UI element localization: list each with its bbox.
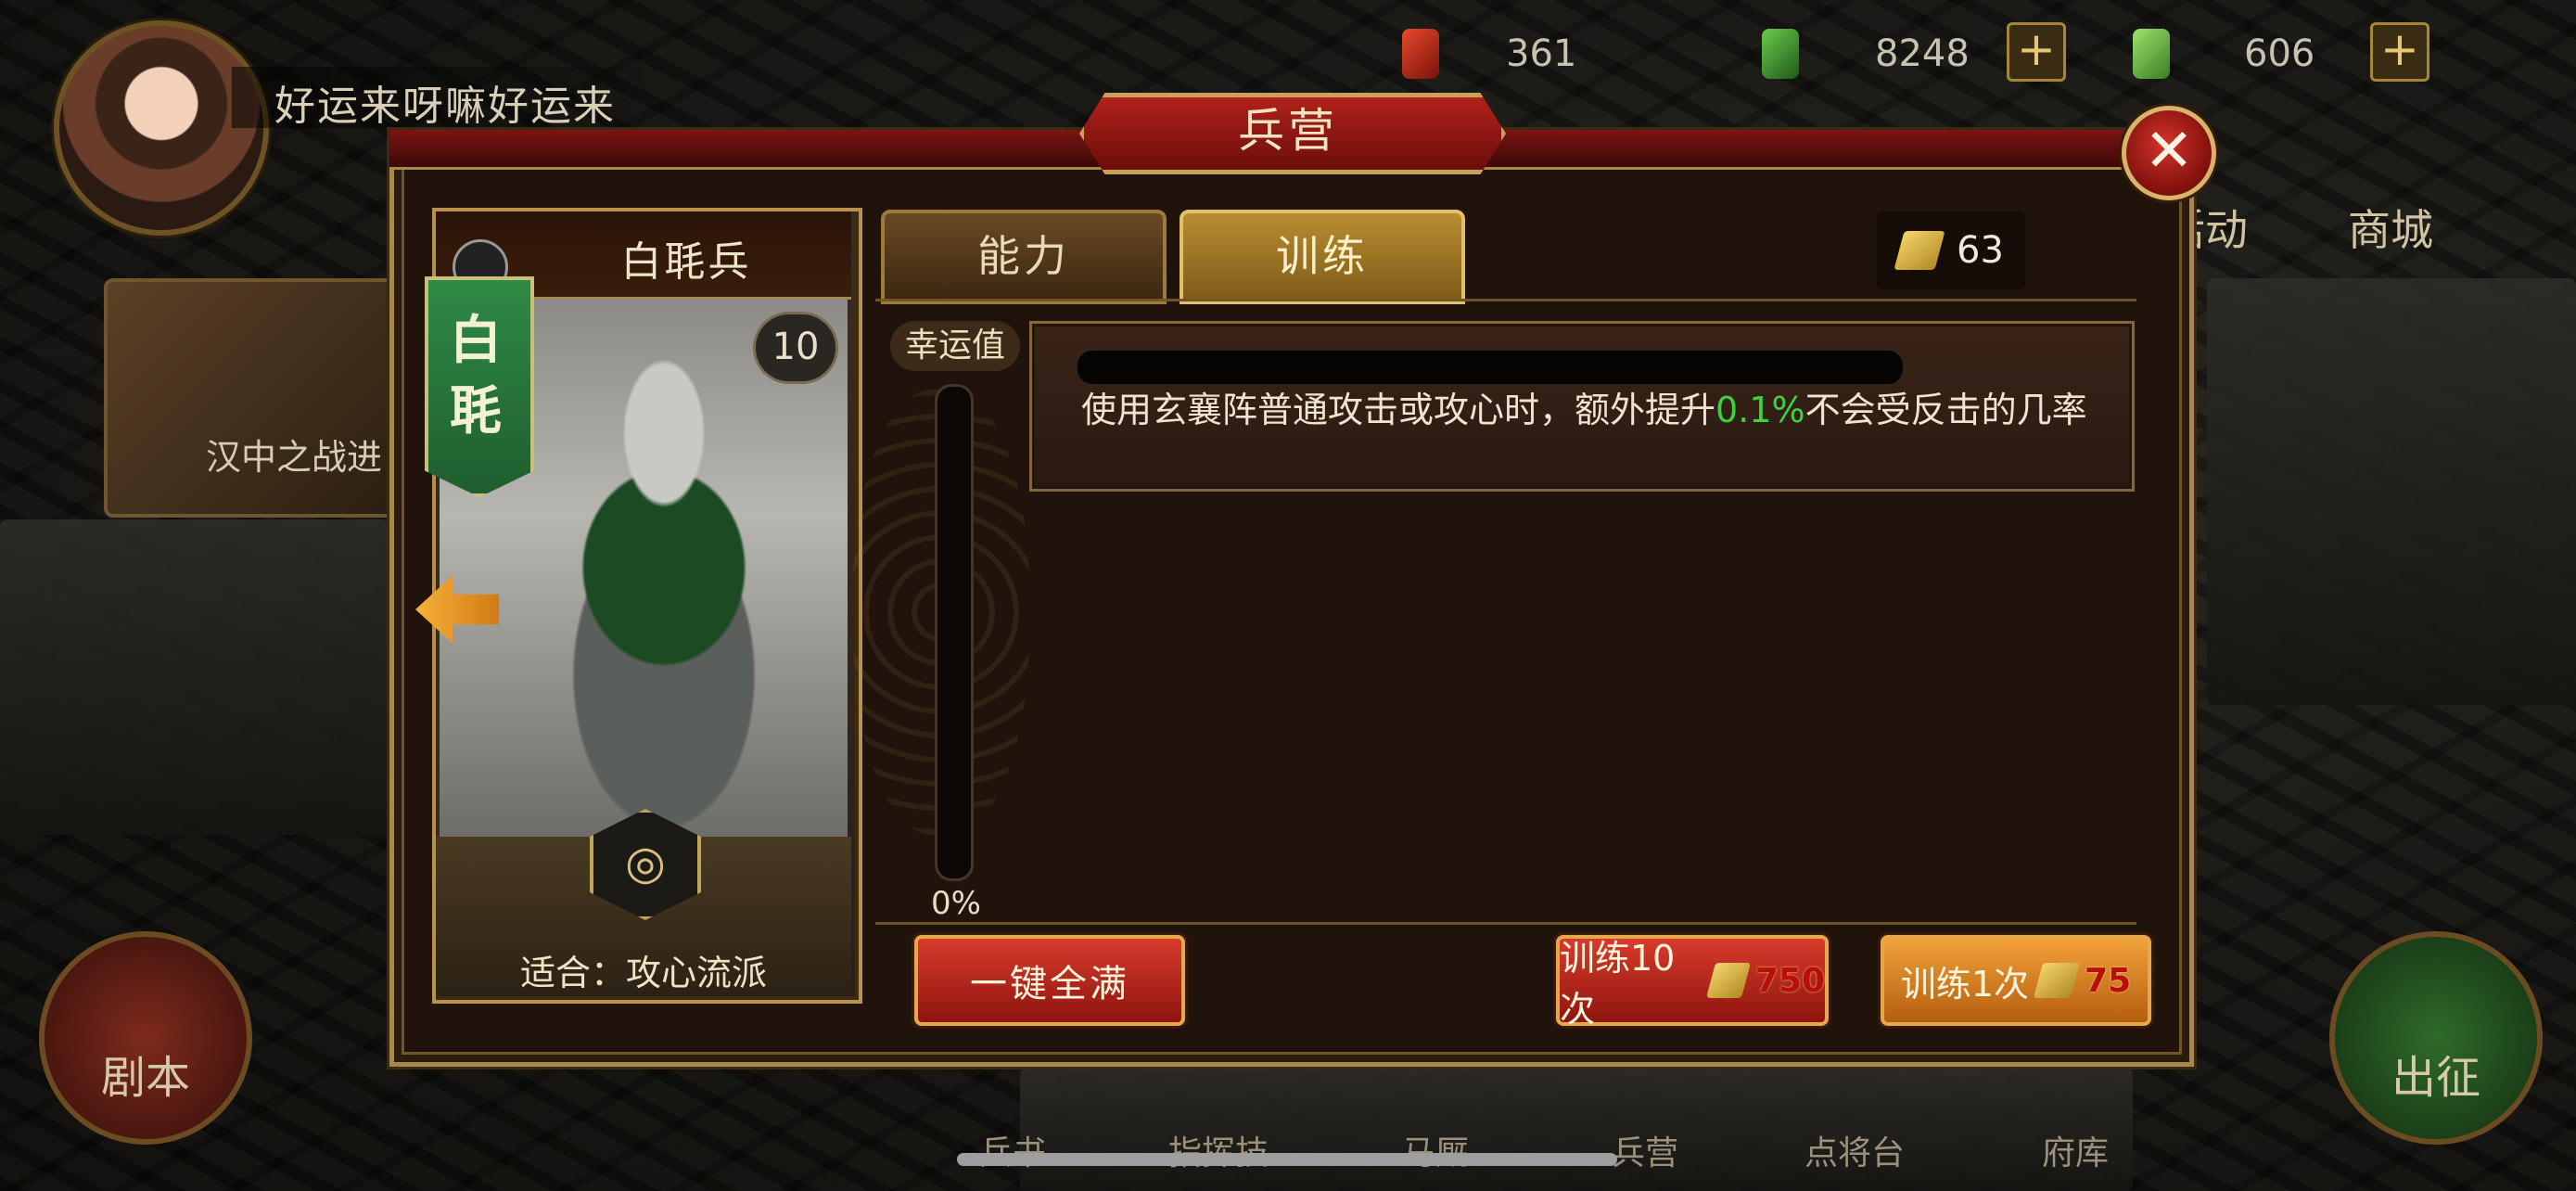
resource-jade-value: 8248 — [1875, 32, 1970, 75]
home-indicator[interactable] — [957, 1153, 1617, 1166]
nav-barracks[interactable]: 兵营 — [1612, 1126, 1678, 1174]
fill-all-label: 一键全满 — [970, 963, 1129, 1005]
train-10-button[interactable]: 训练10次 750 — [1556, 935, 1829, 1030]
resource-red-token: 361 — [1402, 28, 1576, 80]
training-ticket-count: 63 — [1877, 211, 2025, 289]
jade-icon — [1762, 29, 1799, 79]
luck-label: 幸运值 — [890, 321, 1020, 371]
event-card[interactable] — [104, 278, 408, 518]
red-token-icon — [1402, 29, 1439, 79]
player-avatar[interactable] — [54, 20, 269, 236]
content-divider — [875, 299, 2136, 301]
resource-green-gem-value: 606 — [2244, 32, 2315, 75]
effect-value: 0.1% — [1715, 390, 1805, 430]
train-10-cost: 750 — [1754, 961, 1825, 1000]
add-jade-button[interactable]: + — [2007, 22, 2066, 82]
luck-percent: 0% — [931, 885, 981, 922]
unit-level-badge: 10 — [753, 312, 838, 384]
script-button-label: 剧本 — [100, 1052, 190, 1104]
green-gem-icon — [2133, 29, 2170, 79]
training-ticket-amount: 63 — [1957, 229, 2004, 272]
add-gem-button[interactable]: + — [2370, 22, 2429, 82]
train-1-button[interactable]: 训练1次 75 — [1881, 935, 2151, 1026]
close-button[interactable]: ✕ — [2122, 106, 2216, 200]
unit-banner-text: 白毦 — [450, 311, 502, 442]
expedition-button-label: 出征 — [2391, 1052, 2480, 1104]
player-name: 好运来呀嘛好运来 — [274, 83, 616, 130]
event-card-label: 汉中之战进 — [206, 437, 383, 478]
effect-text-after: 不会受反击的几率 — [1804, 390, 2087, 430]
side-menu-shop[interactable]: 商城 — [2348, 197, 2433, 258]
tab-ability[interactable]: 能力 — [881, 210, 1167, 304]
nav-military-book[interactable]: 兵书 — [979, 1126, 1046, 1174]
script-button[interactable]: 剧本 — [39, 931, 252, 1145]
nav-treasury[interactable]: 府库 — [2042, 1126, 2109, 1174]
gold-ticket-icon — [2033, 963, 2081, 998]
resource-red-token-value: 361 — [1506, 32, 1577, 75]
nav-command-skill[interactable]: 指挥技 — [1168, 1126, 1269, 1174]
dialog-title: 兵营 — [1238, 104, 1338, 158]
train-10-label: 训练10次 — [1560, 938, 1676, 1030]
tab-training[interactable]: 训练 — [1180, 210, 1465, 304]
train-1-label: 训练1次 — [1900, 963, 2030, 1005]
bottom-divider — [875, 922, 2136, 925]
effect-progress-bar — [1076, 349, 1905, 386]
resource-green-gem: 606 — [2133, 28, 2315, 80]
nav-stable[interactable]: 马厩 — [1402, 1126, 1469, 1174]
nav-general-platform[interactable]: 点将台 — [1804, 1126, 1905, 1174]
gold-ticket-icon — [1706, 963, 1751, 998]
effect-description: 使用玄襄阵普通攻击或攻心时，额外提升0.1%不会受反击的几率 — [1081, 388, 2092, 432]
resource-jade: 8248 — [1762, 28, 1970, 80]
roof-building-right — [2207, 278, 2576, 705]
roof-building-left — [0, 519, 389, 835]
gold-ticket-icon — [1894, 231, 1945, 270]
unit-suitable-style: 适合：攻心流派 — [519, 953, 767, 993]
fill-all-button[interactable]: 一键全满 — [914, 935, 1185, 1026]
luck-meter — [935, 384, 974, 881]
unit-name: 白毦兵 — [620, 238, 752, 286]
train-1-cost: 75 — [2085, 961, 2132, 1000]
effect-text-before: 使用玄襄阵普通攻击或攻心时，额外提升 — [1081, 390, 1716, 430]
expedition-button[interactable]: 出征 — [2329, 931, 2543, 1145]
